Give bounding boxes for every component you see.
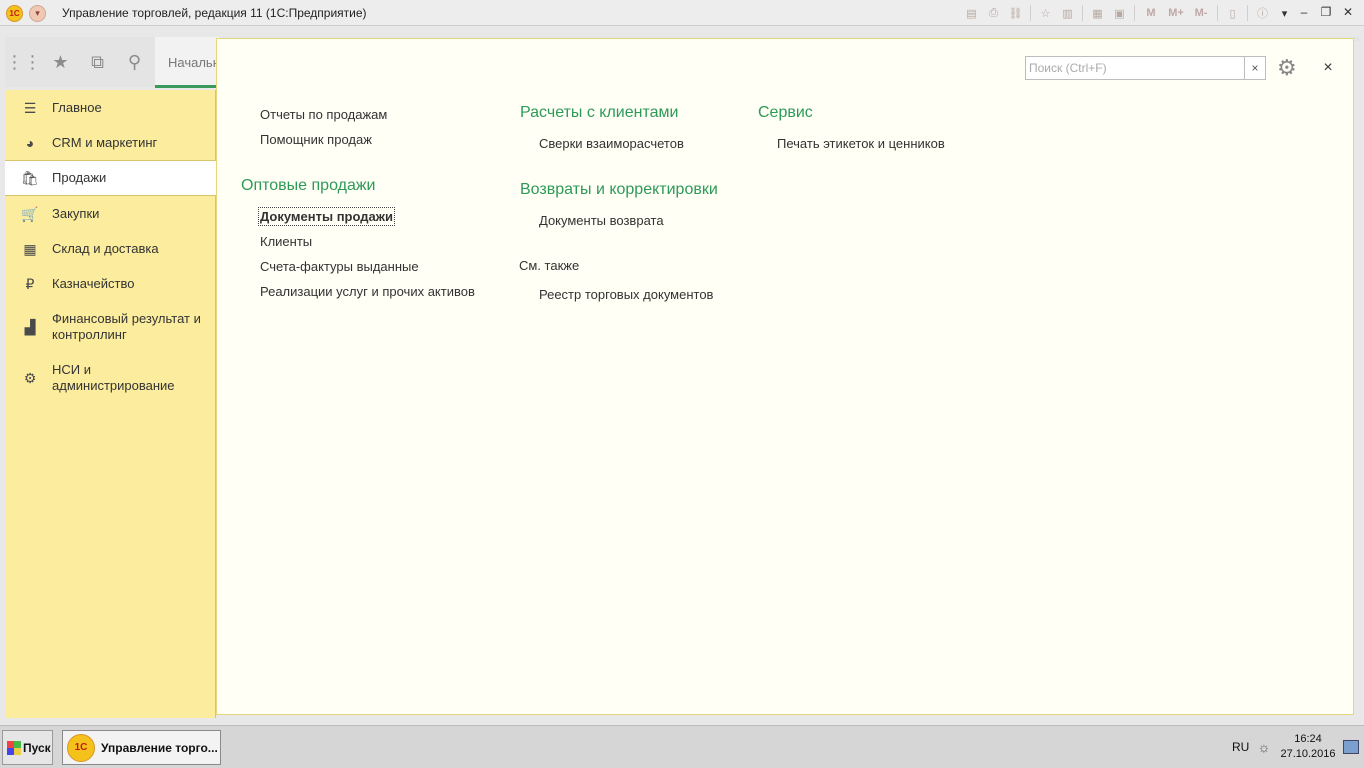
sidebar-item-finance[interactable]: ▟ Финансовый результат и контроллинг (5, 301, 216, 352)
link-reconciliations[interactable]: Сверки взаиморасчетов (539, 136, 684, 151)
memory-m-button[interactable]: M (1140, 4, 1162, 22)
sidebar-item-treasury[interactable]: ₽ Казначейство (5, 266, 216, 301)
apps-grid-icon[interactable]: ⋮⋮ (5, 37, 42, 87)
history-icon[interactable]: ▥ (1058, 4, 1077, 22)
start-label: Пуск (23, 740, 51, 755)
search-clear-button[interactable]: × (1245, 56, 1266, 80)
toolbar-divider (1217, 5, 1218, 21)
ruble-coin-icon: ₽ (25, 275, 35, 292)
info-icon[interactable]: ⓘ (1253, 4, 1272, 22)
taskbar-app-button[interactable]: 1С Управление торго... (62, 730, 221, 765)
app-logo-icon[interactable]: 1С (6, 5, 23, 22)
os-taskbar: Пуск 1С Управление торго... RU ☼ 16:24 2… (0, 725, 1364, 768)
sections-sidebar: ☰ Главное ◕ CRM и маркетинг 🛍 Продажи 🛒 … (5, 90, 216, 718)
print-icon[interactable]: ⎙ (984, 4, 1003, 22)
link-invoices-issued[interactable]: Счета-фактуры выданные (260, 259, 419, 274)
sidebar-item-sales[interactable]: 🛍 Продажи (5, 160, 216, 196)
window-controls: – ❐ ✕ (1294, 3, 1358, 21)
quick-tools: ⋮⋮ ★ ⧉ ⚲ (5, 37, 155, 87)
history-clock-icon[interactable]: ⧉ (79, 37, 116, 87)
toolbar-divider (1134, 5, 1135, 21)
sidebar-item-label: Казначейство (52, 276, 135, 291)
link-icon[interactable]: ⛓ (1006, 4, 1025, 22)
sidebar-item-label: CRM и маркетинг (52, 135, 158, 150)
search-icon[interactable]: ⚲ (116, 37, 153, 87)
pie-chart-icon: ◕ (25, 135, 35, 151)
save-icon[interactable]: ▤ (962, 4, 981, 22)
link-print-labels[interactable]: Печать этикеток и ценников (777, 136, 945, 151)
see-also-heading: См. также (519, 258, 580, 273)
link-trade-documents-register[interactable]: Реестр торговых документов (539, 287, 713, 302)
memory-plus-button[interactable]: M+ (1165, 4, 1187, 22)
calendar-icon[interactable]: ▣ (1110, 4, 1129, 22)
title-bar: 1С ▾ Управление торговлей, редакция 11 (… (0, 0, 1364, 26)
group-title-wholesale: Оптовые продажи (241, 177, 376, 194)
network-tray-icon[interactable]: ☼ (1256, 739, 1272, 755)
menu-lines-icon: ☰ (23, 99, 37, 116)
link-sales-documents[interactable]: Документы продажи (258, 207, 395, 226)
favorites-star-icon[interactable]: ★ (42, 37, 79, 87)
sidebar-item-label: Закупки (52, 206, 100, 221)
panel-layout-icon[interactable]: ▯ (1223, 4, 1242, 22)
clock-date: 27.10.2016 (1280, 748, 1336, 760)
close-window-icon[interactable]: ✕ (1338, 3, 1358, 21)
bar-chart-icon: ▟ (24, 318, 36, 335)
app-logo-icon: 1С (67, 733, 95, 762)
favorite-star-icon[interactable]: ☆ (1036, 4, 1055, 22)
gear-icon: ⚙ (23, 369, 37, 386)
windows-flag-icon (7, 740, 21, 755)
sidebar-item-crm[interactable]: ◕ CRM и маркетинг (5, 125, 216, 160)
section-panel: Поиск (Ctrl+F) × ⚙ × Отчеты по продажам … (216, 38, 1354, 715)
sidebar-item-admin[interactable]: ⚙ НСИ и администрирование (5, 352, 216, 403)
sidebar-item-label: Финансовый результат и контроллинг (52, 311, 201, 342)
tab-home[interactable]: Начальная страница (155, 37, 220, 88)
close-panel-button[interactable]: × (1318, 57, 1338, 79)
sidebar-item-purchases[interactable]: 🛒 Закупки (5, 196, 216, 231)
toolbar-divider (1082, 5, 1083, 21)
clock-time: 16:24 (1294, 733, 1322, 745)
toolbar-divider (1247, 5, 1248, 21)
link-sales-reports[interactable]: Отчеты по продажам (260, 107, 387, 122)
search-input[interactable]: Поиск (Ctrl+F) (1025, 56, 1245, 80)
language-indicator[interactable]: RU (1232, 740, 1249, 754)
calculator-icon[interactable]: ▦ (1088, 4, 1107, 22)
title-toolbar: ▤ ⎙ ⛓ ☆ ▥ ▦ ▣ M M+ M- ▯ ⓘ ▾ (962, 4, 1294, 22)
memory-minus-button[interactable]: M- (1190, 4, 1212, 22)
link-clients[interactable]: Клиенты (260, 234, 312, 249)
window-title: Управление торговлей, редакция 11 (1С:Пр… (62, 6, 367, 20)
group-title-settlements: Расчеты с клиентами (520, 104, 679, 121)
sidebar-item-label: НСИ и администрирование (52, 362, 175, 393)
restore-icon[interactable]: ❐ (1316, 3, 1336, 21)
sidebar-item-label: Главное (52, 100, 102, 115)
show-desktop-icon[interactable] (1343, 740, 1359, 754)
sidebar-item-main[interactable]: ☰ Главное (5, 90, 216, 125)
sidebar-item-label: Склад и доставка (52, 241, 159, 256)
taskbar-app-label: Управление торго... (101, 740, 218, 755)
cart-icon: 🛒 (21, 205, 39, 222)
group-title-returns: Возвраты и корректировки (520, 181, 718, 198)
sidebar-item-warehouse[interactable]: ▦ Склад и доставка (5, 231, 216, 266)
shopping-bag-icon: 🛍 (21, 169, 39, 186)
clock[interactable]: 16:24 27.10.2016 (1276, 732, 1340, 762)
warehouse-grid-icon: ▦ (23, 240, 37, 257)
link-sales-assistant[interactable]: Помощник продаж (260, 132, 372, 147)
link-return-documents[interactable]: Документы возврата (539, 213, 664, 228)
main-menu-button[interactable]: ▾ (29, 5, 46, 22)
link-service-sales[interactable]: Реализации услуг и прочих активов (260, 284, 475, 299)
start-button[interactable]: Пуск (2, 730, 53, 765)
settings-gear-icon[interactable]: ⚙ (1277, 55, 1307, 81)
group-title-service: Сервис (758, 104, 813, 121)
sidebar-item-label: Продажи (52, 170, 107, 185)
chevron-down-icon[interactable]: ▾ (1275, 4, 1294, 22)
minimize-icon[interactable]: – (1294, 3, 1314, 21)
toolbar-divider (1030, 5, 1031, 21)
